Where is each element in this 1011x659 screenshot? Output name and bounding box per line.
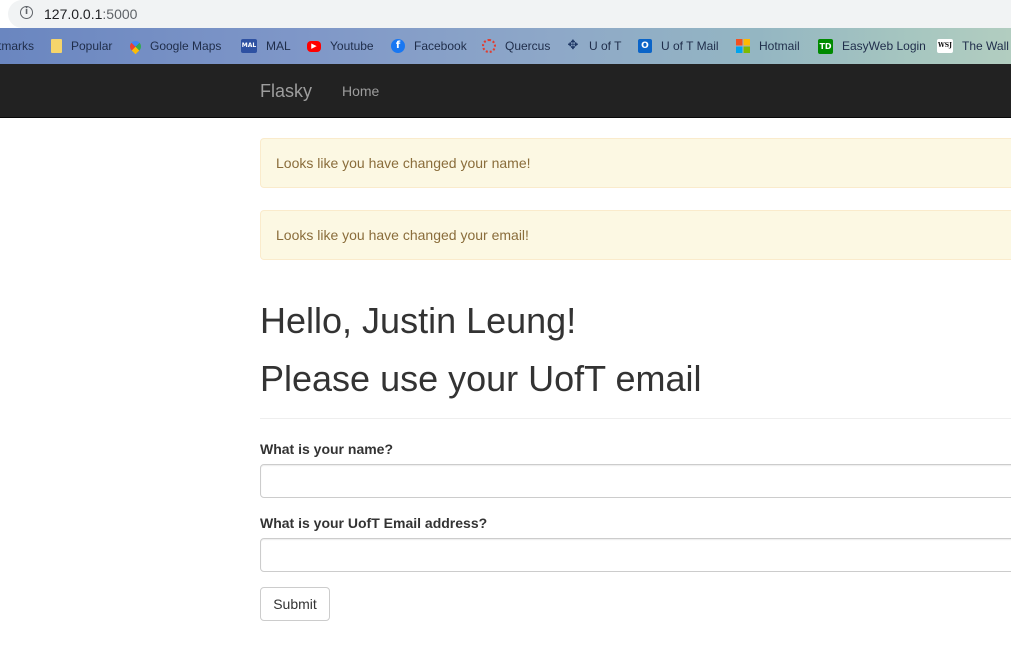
bookmark-hotmail[interactable]: Hotmail [736, 28, 800, 64]
flash-alert-email: Looks like you have changed your email! [260, 210, 1011, 260]
bookmark-label: tmarks [0, 39, 34, 53]
navbar-brand[interactable]: Flasky [260, 81, 312, 102]
page-header-divider [260, 418, 1011, 419]
bookmark-mal[interactable]: MAL MAL [241, 28, 291, 64]
bookmark-label: U of T [589, 39, 622, 53]
email-label: What is your UofT Email address? [260, 515, 488, 531]
facebook-icon: f [391, 39, 405, 53]
bookmark-wsj[interactable]: WSJ The Wall [937, 28, 1009, 64]
quercus-icon [482, 39, 496, 53]
td-icon: TD [818, 38, 833, 54]
address-bar: i 127.0.0.1:5000 [0, 0, 1011, 28]
youtube-icon: ▶ [307, 40, 321, 52]
url-host: 127.0.0.1 [44, 6, 103, 22]
bookmark-label: Facebook [414, 39, 467, 53]
bookmark-label: U of T Mail [661, 39, 719, 53]
bookmark-uoft[interactable]: ✥ U of T [566, 28, 622, 64]
page-subheading: Please use your UofT email [260, 358, 702, 399]
bookmark-google-maps[interactable]: Google Maps [127, 28, 222, 64]
name-label: What is your name? [260, 441, 394, 457]
bookmark-label: Google Maps [150, 39, 222, 53]
bookmark-label: Popular [71, 39, 113, 53]
bookmark-quercus[interactable]: Quercus [482, 28, 550, 64]
microsoft-icon [736, 39, 750, 53]
omnibox[interactable]: i 127.0.0.1:5000 [8, 0, 1011, 28]
bookmark-label: EasyWeb Login [842, 39, 926, 53]
name-input[interactable] [260, 464, 1011, 498]
bookmark-label: Quercus [505, 39, 551, 53]
bookmark-label: MAL [266, 39, 291, 53]
bookmark-facebook[interactable]: f Facebook [391, 28, 467, 64]
bookmark-popular[interactable]: Popular [51, 28, 112, 64]
greeting-heading: Hello, Justin Leung! [260, 300, 577, 341]
navbar: Flasky Home [0, 64, 1011, 118]
bookmark-all-bookmarks[interactable]: tmarks [0, 28, 34, 64]
submit-button[interactable]: Submit [260, 587, 330, 621]
mal-icon: MAL [241, 39, 257, 53]
bookmark-easyweb[interactable]: TD EasyWeb Login [818, 28, 926, 64]
bookmark-label: Hotmail [759, 39, 800, 53]
bookmarks-bar: tmarks Popular Google Maps MAL MAL ▶ You… [0, 28, 1011, 64]
nav-home-link[interactable]: Home [342, 83, 379, 99]
email-input[interactable] [260, 538, 1011, 572]
bookmark-youtube[interactable]: ▶ Youtube [307, 28, 374, 64]
flash-alert-name: Looks like you have changed your name! [260, 138, 1011, 188]
uoft-icon: ✥ [567, 38, 579, 53]
google-maps-icon [127, 38, 144, 54]
bookmark-uoft-mail[interactable]: O U of T Mail [638, 28, 719, 64]
bookmark-label: Youtube [330, 39, 374, 53]
bookmark-label: The Wall [962, 39, 1009, 53]
url-port: :5000 [102, 6, 138, 22]
url-text[interactable]: 127.0.0.1:5000 [44, 6, 137, 22]
folder-icon [51, 39, 62, 53]
outlook-icon: O [638, 39, 652, 53]
site-info-icon[interactable]: i [20, 6, 33, 19]
wsj-icon: WSJ [937, 39, 953, 53]
